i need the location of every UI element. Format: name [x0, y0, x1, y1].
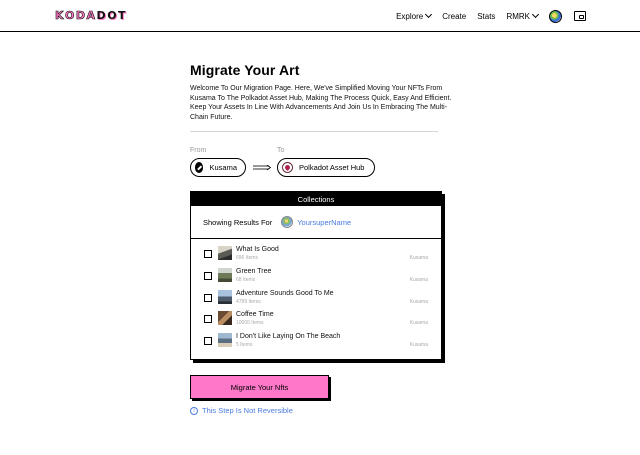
nav-explore-label: Explore [396, 11, 424, 21]
collection-chain: Kusama [409, 298, 428, 305]
logo-letter: O [107, 9, 118, 22]
list-item[interactable]: Adventure Sounds Good To Me 4789 Items K… [191, 286, 441, 308]
page-title: Migrate Your Art [190, 62, 300, 78]
avatar-icon[interactable] [549, 9, 562, 23]
from-chain-chip[interactable]: Kusama [190, 158, 246, 177]
collection-count: 5 Items [236, 342, 253, 349]
collection-name: Coffee Time [236, 311, 274, 319]
nav-stats[interactable]: Stats [477, 12, 495, 21]
intro-text: Welcome To Our Migration Page. Here, We'… [190, 85, 452, 122]
list-item[interactable]: What Is Good 696 Items Kusama [191, 242, 441, 264]
migrate-button-label: Migrate Your Nfts [230, 382, 289, 392]
divider [190, 131, 438, 132]
collection-thumbnail [218, 289, 232, 304]
to-chain-chip[interactable]: Polkadot Asset Hub [277, 158, 375, 177]
collection-count: 10000 Items [236, 320, 264, 327]
arrow-right-icon [253, 165, 271, 170]
nav-stats-label: Stats [477, 11, 496, 21]
irreversible-warning: i This Step Is Not Reversible [190, 406, 293, 415]
collection-count: 4789 Items [236, 298, 261, 305]
polkadot-icon [282, 162, 293, 173]
top-navbar: K O D A D O T Explore Create Stats RMRK [0, 0, 640, 32]
collection-count: 696 Items [236, 255, 258, 261]
collection-thumbnail [218, 333, 232, 348]
collection-name: Green Tree [236, 267, 272, 275]
collection-name: Adventure Sounds Good To Me [236, 289, 334, 297]
list-item[interactable]: Green Tree 68 Items Kusama [191, 264, 441, 286]
collection-name: What Is Good [236, 246, 279, 253]
collection-checkbox[interactable] [204, 293, 212, 302]
logo-letter: D [96, 9, 107, 22]
kodadot-logo[interactable]: K O D A D O T [55, 9, 127, 23]
collections-panel: Collections Showing Results For Yoursupe… [190, 191, 442, 360]
collections-title: Collections [297, 194, 335, 204]
nav-explore[interactable]: Explore [396, 10, 433, 21]
warning-text: This Step Is Not Reversible [202, 406, 293, 415]
chain-selector-label: RMRK [506, 11, 530, 21]
logo-letter: T [118, 9, 127, 22]
showing-results: Showing Results For YoursuperName [191, 206, 441, 239]
nav-create-label: Create [442, 11, 467, 21]
kusama-icon [195, 162, 204, 173]
showing-label: Showing Results For [203, 217, 273, 227]
from-label: From [190, 147, 207, 154]
collection-chain: Kusama [409, 320, 428, 327]
username-link[interactable]: YoursuperName [297, 218, 351, 227]
chevron-down-icon [425, 10, 433, 18]
from-chain-label: Kusama [209, 163, 237, 172]
collection-checkbox[interactable] [204, 271, 212, 280]
collection-checkbox[interactable] [204, 250, 212, 258]
collection-checkbox[interactable] [204, 337, 212, 346]
collection-chain: Kusama [409, 342, 428, 349]
list-item[interactable]: I Don't Like Laying On The Beach 5 Items… [191, 329, 441, 351]
list-item[interactable]: Coffee Time 10000 Items Kusama [191, 307, 441, 329]
chevron-down-icon [531, 10, 540, 18]
chain-selector[interactable]: RMRK [506, 10, 540, 21]
to-chain-label: Polkadot Asset Hub [299, 163, 365, 172]
collections-list: What Is Good 696 Items Kusama Green Tree… [191, 242, 441, 351]
collection-checkbox[interactable] [204, 315, 212, 324]
user-avatar-icon [281, 216, 294, 228]
main-nav: Explore Create Stats RMRK [385, 0, 586, 32]
collection-chain: Kusama [409, 255, 428, 261]
logo-letter: D [75, 9, 86, 23]
collection-chain: Kusama [409, 276, 428, 283]
collection-thumbnail [218, 267, 232, 282]
collection-thumbnail [218, 311, 232, 326]
logo-letter: A [86, 9, 96, 23]
collections-header: Collections [191, 192, 441, 206]
logo-letter: K [55, 9, 65, 23]
nav-create[interactable]: Create [442, 12, 466, 21]
logo-letter: O [65, 9, 75, 23]
wallet-icon[interactable] [574, 11, 586, 21]
collection-name: I Don't Like Laying On The Beach [236, 333, 341, 341]
info-icon: i [190, 406, 198, 415]
collection-thumbnail [218, 246, 232, 260]
migrate-button[interactable]: Migrate Your Nfts [190, 375, 329, 399]
to-label: To [277, 147, 285, 154]
collection-count: 68 Items [236, 276, 256, 283]
